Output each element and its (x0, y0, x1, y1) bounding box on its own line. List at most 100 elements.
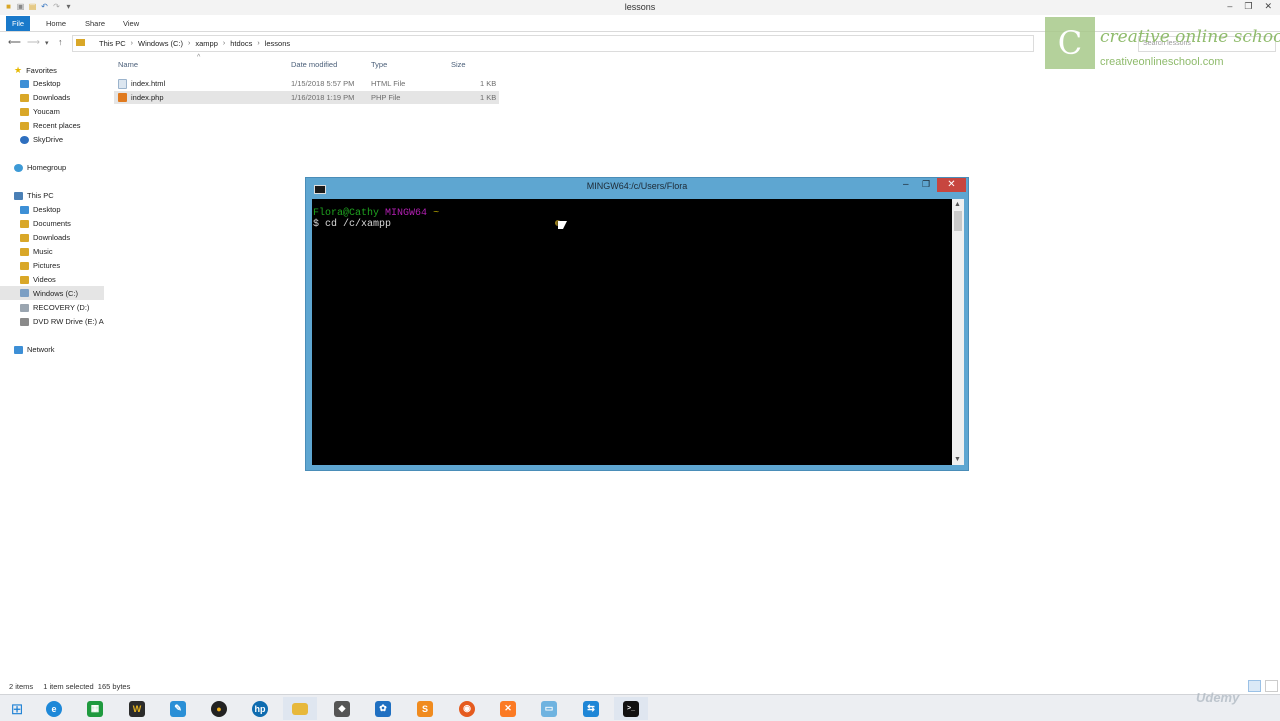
tab-view[interactable]: View (117, 16, 145, 31)
internet-explorer-icon[interactable]: e (37, 697, 71, 720)
nav-item-desktop[interactable]: Desktop (20, 205, 61, 214)
nav-item-downloads[interactable]: Downloads (20, 93, 70, 102)
terminal-output[interactable]: Flora@Cathy MINGW64 ~ $ cd /c/xampp (312, 199, 952, 465)
mouse-cursor-icon (558, 221, 567, 229)
up-arrow-icon[interactable]: ↑ (58, 37, 63, 47)
scroll-thumb[interactable] (954, 211, 962, 231)
nav-item-music[interactable]: Music (20, 247, 53, 256)
terminal-scrollbar[interactable]: ▲ ▼ (952, 199, 964, 465)
nav-favorites[interactable]: ★ Favorites (14, 65, 57, 76)
nav-item-dvd-drive[interactable]: DVD RW Drive (E:) A (20, 317, 104, 326)
status-bar: 2 items 1 item selected 165 bytes (9, 682, 130, 691)
drive-icon (20, 303, 29, 312)
terminal-icon[interactable]: >_ (614, 697, 648, 720)
recent-places-icon (20, 121, 29, 130)
nav-item-documents[interactable]: Documents (20, 219, 71, 228)
nav-item-label: Music (33, 247, 53, 256)
downloads-icon (20, 233, 29, 242)
tool-app-icon[interactable]: ✎ (161, 697, 195, 720)
windows-start-icon[interactable]: ⊞ (0, 697, 34, 720)
nav-item-youcam[interactable]: Youcam (20, 107, 60, 116)
nav-network[interactable]: Network (14, 345, 55, 354)
nav-item-downloads[interactable]: Downloads (20, 233, 70, 242)
minimize-button[interactable]: – (1227, 1, 1232, 12)
prompt-dir: ~ (433, 208, 440, 219)
terminal-window[interactable]: MINGW64:/c/Users/Flora – ❐ ✕ Flora@Cathy… (305, 177, 969, 471)
back-arrow-icon[interactable]: ⟵ (8, 37, 21, 48)
column-header-type[interactable]: Type (371, 60, 387, 69)
nav-item-label: Pictures (33, 261, 61, 270)
scroll-up-icon[interactable]: ▲ (954, 201, 961, 208)
firefox-icon[interactable]: ◉ (450, 697, 484, 720)
nav-item-recovery-d[interactable]: RECOVERY (D:) (20, 303, 89, 312)
notepad-icon[interactable]: ▭ (532, 697, 566, 720)
chevron-right-icon: › (257, 40, 260, 47)
terminal-maximize-button[interactable]: ❐ (922, 179, 930, 190)
homegroup-icon (14, 163, 23, 172)
computer-icon (14, 191, 23, 200)
terminal-prompt-line: Flora@Cathy MINGW64 ~ (313, 208, 439, 219)
tab-home[interactable]: Home (40, 16, 72, 31)
folder-icon (20, 107, 29, 116)
file-explorer-icon[interactable] (283, 697, 317, 720)
nav-homegroup[interactable]: Homegroup (14, 163, 66, 172)
taskbar: ⊞ e ▦ W ✎ ● hp ◆ ✿ S ◉ ✕ ▭ ⇆ >_ (0, 694, 1280, 721)
sublime-text-icon[interactable]: S (408, 697, 442, 720)
cloud-icon (20, 135, 29, 144)
xampp-icon[interactable]: ✕ (491, 697, 525, 720)
file-date: 1/15/2018 5:57 PM (291, 79, 355, 88)
nav-item-videos[interactable]: Videos (20, 275, 56, 284)
forward-arrow-icon[interactable]: ⟶ (27, 37, 40, 48)
game-app-icon[interactable]: ◆ (325, 697, 359, 720)
terminal-minimize-button[interactable]: – (903, 179, 909, 190)
nav-item-label: SkyDrive (33, 135, 64, 144)
breadcrumb-windows-c[interactable]: Windows (C:) (138, 39, 183, 48)
videos-icon (20, 275, 29, 284)
file-name: index.html (131, 79, 166, 88)
column-header-name[interactable]: Name (118, 60, 138, 69)
nav-item-pictures[interactable]: Pictures (20, 261, 60, 270)
large-icons-view-icon[interactable] (1265, 680, 1278, 692)
hp-icon[interactable]: hp (243, 697, 277, 720)
close-button[interactable]: ✕ (1264, 1, 1272, 12)
desktop-icon (20, 205, 29, 214)
file-name: index.php (131, 93, 164, 102)
breadcrumb-lessons[interactable]: lessons (265, 39, 290, 48)
restore-button[interactable]: ❐ (1244, 1, 1252, 12)
breadcrumb-htdocs[interactable]: htdocs (230, 39, 252, 48)
tab-share[interactable]: Share (79, 16, 111, 31)
word-app-icon[interactable]: W (120, 697, 154, 720)
nav-item-windows-c[interactable]: Windows (C:) (0, 286, 104, 300)
nav-network-label: Network (27, 345, 55, 354)
file-row-selected[interactable]: index.php 1/16/2018 1:19 PM PHP File 1 K… (114, 91, 499, 104)
tab-file[interactable]: File (6, 16, 31, 31)
address-bar[interactable]: This PC › Windows (C:) › xampp › htdocs › le… (72, 35, 1034, 52)
nav-this-pc[interactable]: This PC (14, 191, 54, 200)
details-view-icon[interactable] (1248, 680, 1261, 692)
status-selection: 1 item selected 165 bytes (43, 682, 131, 691)
nav-item-recent-places[interactable]: Recent places (20, 121, 81, 130)
terminal-command-line: $ cd /c/xampp (313, 219, 392, 230)
spreadsheet-app-icon[interactable]: ▦ (78, 697, 112, 720)
breadcrumb-xampp[interactable]: xampp (195, 39, 218, 48)
column-header-date[interactable]: Date modified (291, 60, 337, 69)
teamviewer-icon[interactable]: ⇆ (574, 697, 608, 720)
column-header-size[interactable]: Size (451, 60, 466, 69)
scroll-down-icon[interactable]: ▼ (954, 456, 961, 463)
breadcrumb-this-pc[interactable]: This PC (99, 39, 126, 48)
nav-homegroup-label: Homegroup (27, 163, 67, 172)
dvd-drive-icon (20, 317, 29, 326)
file-row[interactable]: index.html 1/15/2018 5:57 PM HTML File 1… (114, 77, 499, 90)
media-app-icon[interactable]: ● (202, 697, 236, 720)
nav-item-desktop[interactable]: Desktop (20, 79, 61, 88)
file-type: HTML File (371, 79, 406, 88)
recent-locations-icon[interactable]: ▾ (45, 39, 49, 47)
drive-icon (20, 289, 29, 297)
window-title: lessons (624, 2, 656, 12)
nav-item-skydrive[interactable]: SkyDrive (20, 135, 63, 144)
nav-item-label: Downloads (33, 93, 71, 102)
settings-app-icon[interactable]: ✿ (366, 697, 400, 720)
terminal-close-button[interactable]: ✕ (937, 178, 966, 192)
nav-item-label: Desktop (33, 79, 61, 88)
terminal-title: MINGW64:/c/Users/Flora (586, 181, 688, 191)
